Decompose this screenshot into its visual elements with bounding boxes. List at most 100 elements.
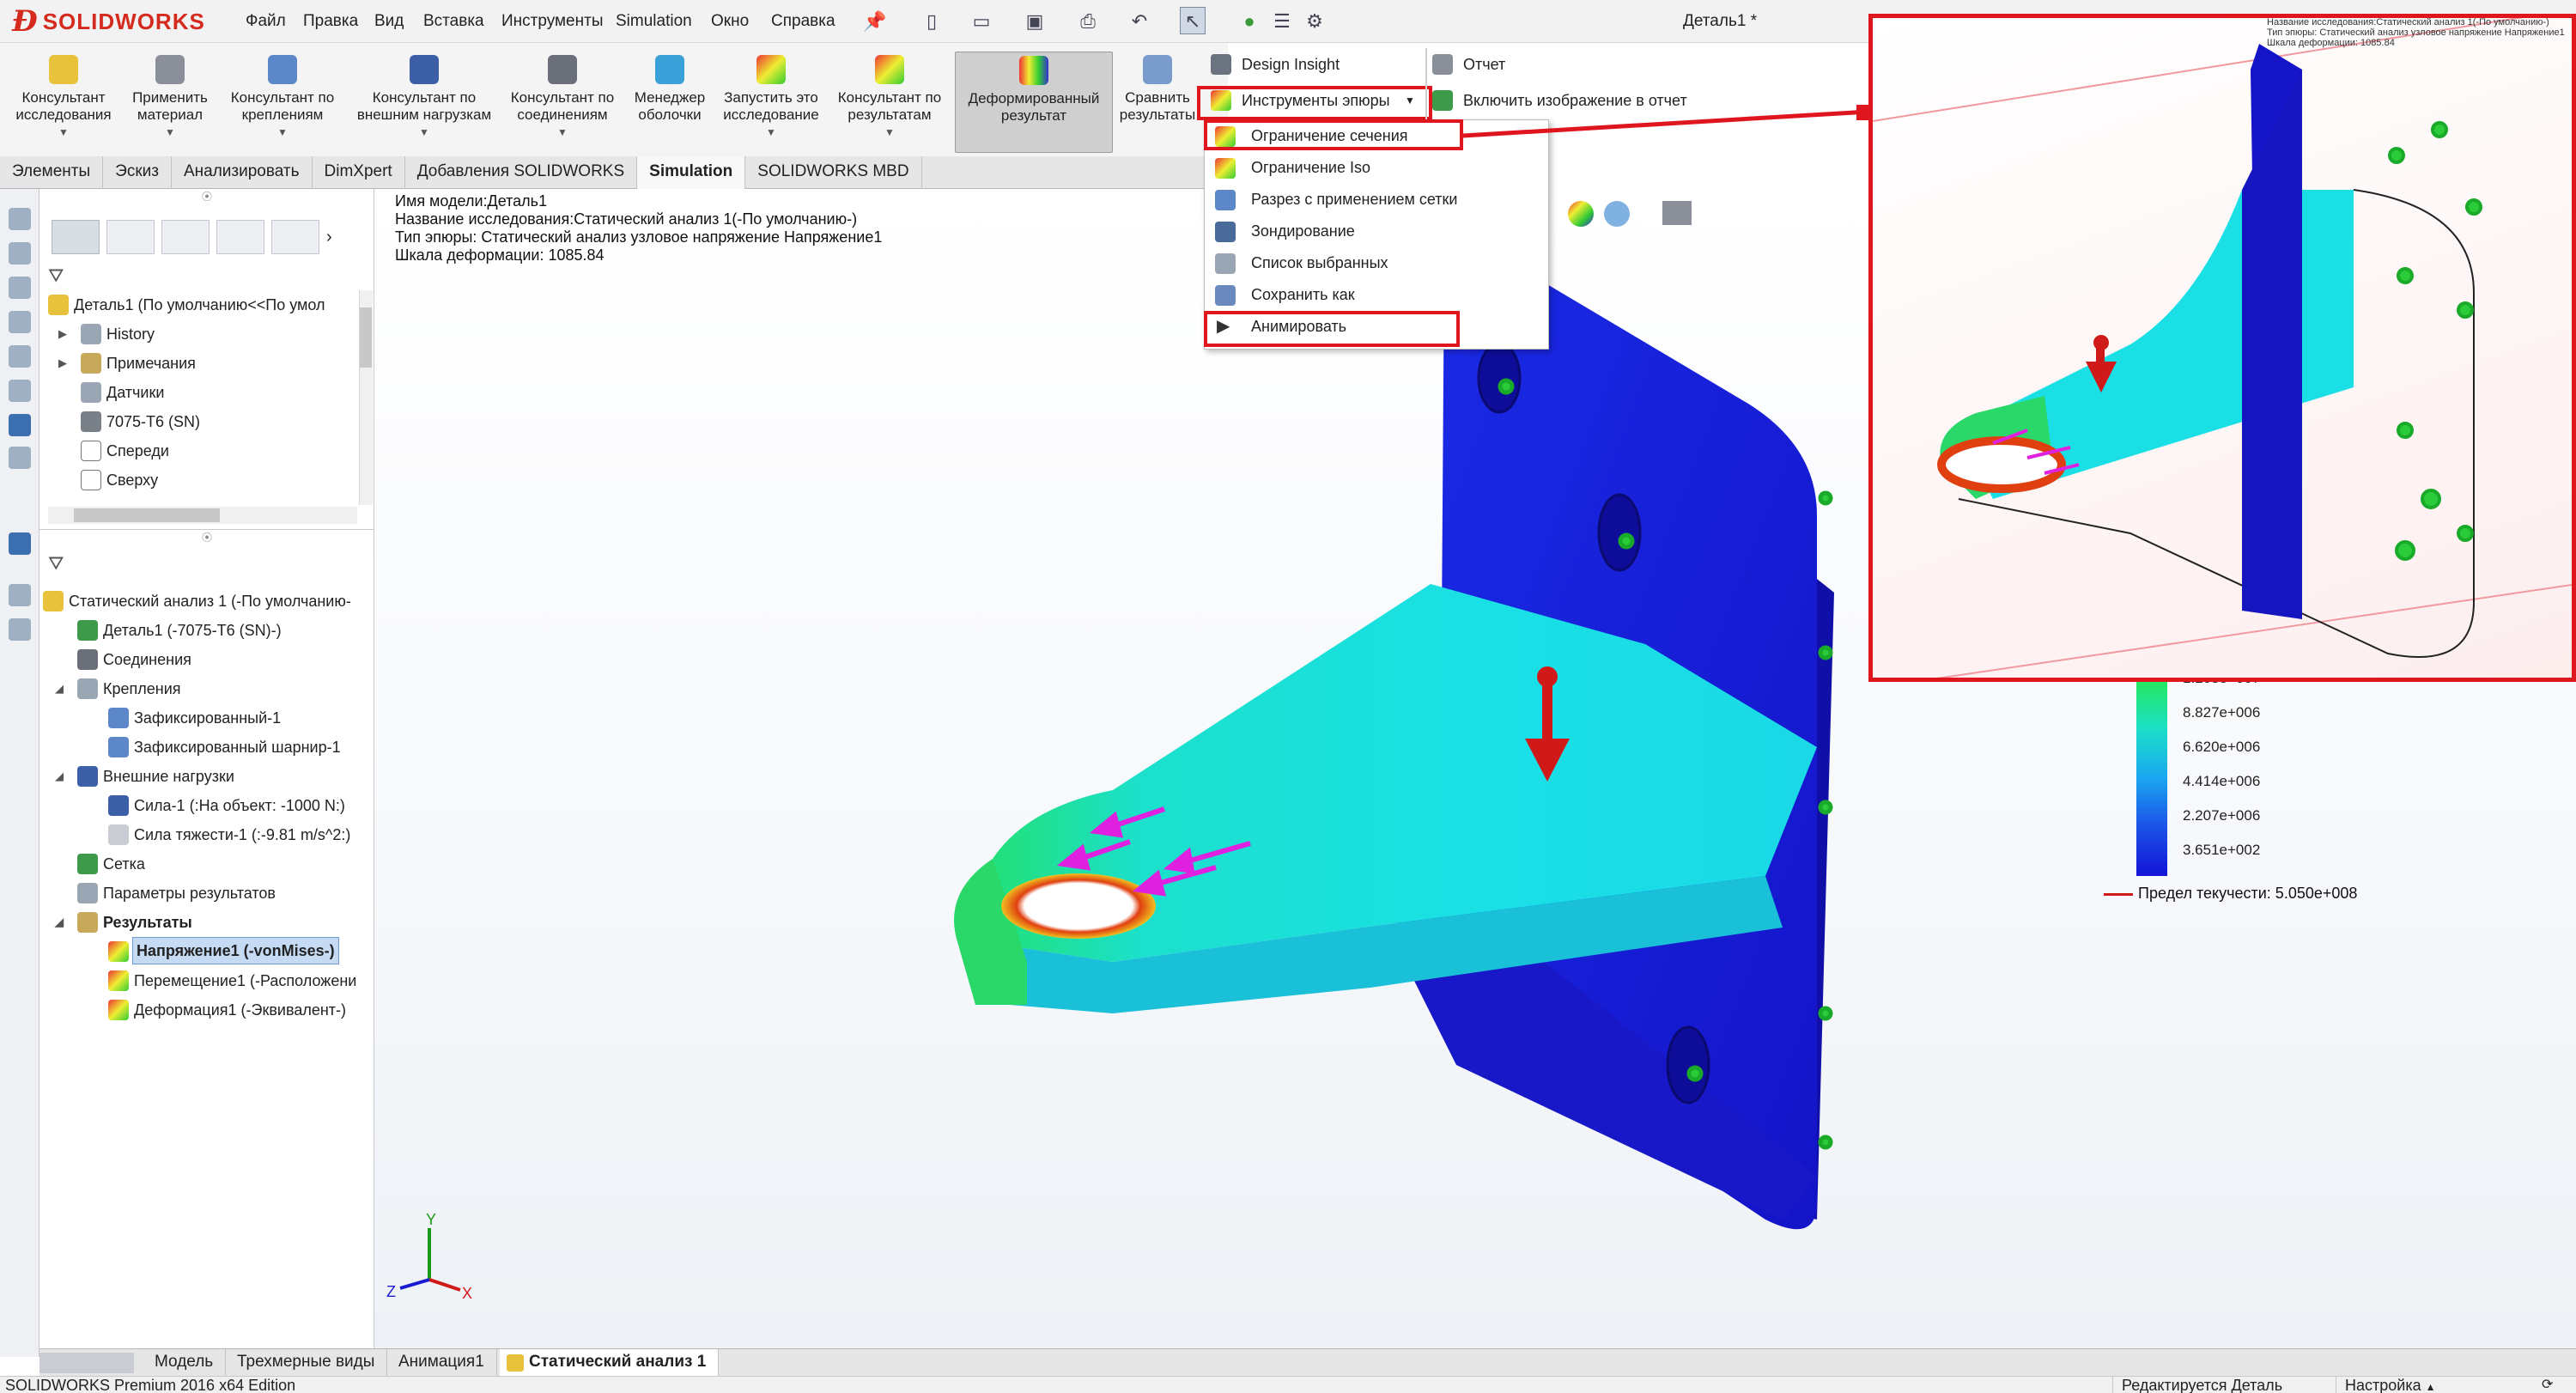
tab-scroll-arrows-icon[interactable] bbox=[39, 1353, 134, 1373]
new-document-icon[interactable]: ▯ bbox=[919, 7, 945, 34]
toolbar-icon[interactable] bbox=[9, 345, 31, 368]
connections-advisor-button[interactable]: Консультант по соединениям ▼ bbox=[501, 52, 623, 153]
units-settings[interactable]: Настройка ▲ bbox=[2336, 1377, 2436, 1393]
tree-item-fixtures[interactable]: ◢ Крепления bbox=[43, 674, 373, 703]
menu-help[interactable]: Справка bbox=[771, 0, 835, 43]
report-button[interactable]: Отчет bbox=[1425, 50, 1631, 79]
apply-material-button[interactable]: Применить материал ▼ bbox=[125, 52, 215, 153]
filter-icon[interactable]: ⛛ bbox=[48, 265, 64, 287]
rebuild-status-icon[interactable]: ⟳ bbox=[2542, 1377, 2553, 1393]
undo-icon[interactable]: ↶ bbox=[1127, 7, 1152, 34]
options-gear-icon[interactable]: ⚙ bbox=[1302, 7, 1327, 34]
appearance-icon[interactable] bbox=[1568, 201, 1594, 227]
toolbar-icon[interactable] bbox=[9, 414, 31, 436]
tab-model[interactable]: Модель bbox=[143, 1349, 227, 1377]
collapse-arrow-icon[interactable]: ◢ bbox=[55, 674, 64, 703]
menu-item-iso-clipping[interactable]: Ограничение Iso bbox=[1205, 152, 1548, 184]
tab-evaluate[interactable]: Анализировать bbox=[172, 156, 313, 189]
tree-item-connections[interactable]: Соединения bbox=[43, 645, 373, 674]
toolbar-icon[interactable] bbox=[9, 208, 31, 230]
feature-manager-tab-icon[interactable] bbox=[52, 220, 100, 254]
deformed-result-button[interactable]: Деформированный результат bbox=[955, 52, 1113, 153]
tree-item-stress-1[interactable]: Напряжение1 (-vonMises-) bbox=[43, 937, 373, 966]
tree-item-history[interactable]: ▶ History bbox=[48, 319, 366, 349]
menu-window[interactable]: Окно bbox=[711, 0, 749, 43]
horizontal-scrollbar[interactable] bbox=[48, 507, 357, 524]
toolbar-icon[interactable] bbox=[9, 532, 31, 555]
external-loads-advisor-button[interactable]: Консультант по внешним нагрузкам ▼ bbox=[349, 52, 500, 153]
toolbar-icon[interactable] bbox=[9, 447, 31, 469]
configuration-manager-tab-icon[interactable] bbox=[161, 220, 210, 254]
tree-item-strain-1[interactable]: Деформация1 (-Эквивалент-) bbox=[43, 995, 373, 1025]
menu-view[interactable]: Вид bbox=[374, 0, 404, 43]
select-cursor-icon[interactable]: ↖ bbox=[1180, 7, 1206, 34]
shell-manager-button[interactable]: Менеджер оболочки bbox=[625, 52, 714, 153]
tab-simulation[interactable]: Simulation bbox=[637, 156, 746, 189]
menu-item-animate[interactable]: ▶ Анимировать bbox=[1205, 311, 1548, 343]
tree-item-sensors[interactable]: Датчики bbox=[48, 378, 366, 407]
tree-root-study[interactable]: Статический анализ 1 (-По умолчанию- bbox=[43, 587, 373, 616]
tab-features[interactable]: Элементы bbox=[0, 156, 104, 189]
tree-item-top-plane[interactable]: Сверху bbox=[48, 465, 366, 495]
expand-arrow-icon[interactable]: ▶ bbox=[58, 349, 67, 378]
tree-item-front-plane[interactable]: Спереди bbox=[48, 436, 366, 465]
collapse-arrow-icon[interactable]: ◢ bbox=[55, 762, 64, 791]
filter-icon[interactable]: ⛛ bbox=[48, 552, 64, 575]
toolbar-icon[interactable] bbox=[9, 584, 31, 606]
tree-item-gravity-1[interactable]: Сила тяжести-1 (:-9.81 m/s^2:) bbox=[43, 820, 373, 849]
menu-tools[interactable]: Инструменты bbox=[501, 0, 603, 43]
toolbar-icon[interactable] bbox=[9, 380, 31, 402]
toolbar-icon[interactable] bbox=[9, 242, 31, 265]
tree-item-force-1[interactable]: Сила-1 (:На объект: -1000 N:) bbox=[43, 791, 373, 820]
menu-file[interactable]: Файл bbox=[246, 0, 286, 43]
tree-root-part[interactable]: Деталь1 (По умолчанию<<По умол bbox=[48, 290, 374, 319]
tree-item-part[interactable]: Деталь1 (-7075-T6 (SN)-) bbox=[43, 616, 373, 645]
tab-animation-1[interactable]: Анимация1 bbox=[386, 1349, 497, 1377]
menu-simulation[interactable]: Simulation bbox=[616, 0, 692, 43]
panel-splitter[interactable]: ⦿ bbox=[39, 530, 374, 545]
collapse-arrow-icon[interactable]: ◢ bbox=[55, 908, 64, 937]
design-insight-button[interactable]: Design Insight bbox=[1204, 50, 1436, 79]
tab-mbd[interactable]: SOLIDWORKS MBD bbox=[745, 156, 922, 189]
menu-item-probe[interactable]: Зондирование bbox=[1205, 216, 1548, 247]
open-folder-icon[interactable]: ▭ bbox=[969, 7, 994, 34]
solidworks-logo[interactable]: Ð SOLIDWORKS bbox=[12, 3, 210, 40]
toolbar-icon[interactable] bbox=[9, 311, 31, 333]
expand-arrow-icon[interactable]: ▶ bbox=[58, 319, 67, 349]
dimxpert-tab-icon[interactable] bbox=[216, 220, 264, 254]
tree-item-material[interactable]: 7075-T6 (SN) bbox=[48, 407, 366, 436]
property-manager-tab-icon[interactable] bbox=[106, 220, 155, 254]
compare-results-button[interactable]: Сравнить результаты bbox=[1116, 52, 1199, 153]
tree-item-external-loads[interactable]: ◢ Внешние нагрузки bbox=[43, 762, 373, 791]
toolbar-icon[interactable] bbox=[9, 277, 31, 299]
tab-3d-views[interactable]: Трехмерные виды bbox=[225, 1349, 388, 1377]
tree-item-mesh[interactable]: Сетка bbox=[43, 849, 373, 879]
run-study-button[interactable]: Запустить это исследование ▼ bbox=[716, 52, 826, 153]
tree-item-result-options[interactable]: Параметры результатов bbox=[43, 879, 373, 908]
menu-item-list-selected[interactable]: Список выбранных bbox=[1205, 247, 1548, 279]
scene-icon[interactable] bbox=[1604, 201, 1630, 227]
tree-item-fixed-1[interactable]: Зафиксированный-1 bbox=[43, 703, 373, 733]
tab-addins[interactable]: Добавления SOLIDWORKS bbox=[405, 156, 638, 189]
tab-static-study-1[interactable]: Статический анализ 1 bbox=[500, 1349, 720, 1377]
results-advisor-button[interactable]: Консультант по результатам ▼ bbox=[828, 52, 951, 153]
traffic-light-icon[interactable]: ● bbox=[1236, 7, 1262, 34]
menu-edit[interactable]: Правка bbox=[303, 0, 358, 43]
study-advisor-button[interactable]: Консультант исследования ▼ bbox=[3, 52, 124, 153]
part-model[interactable] bbox=[954, 240, 1834, 1230]
vertical-scrollbar[interactable] bbox=[359, 290, 373, 505]
fixtures-advisor-button[interactable]: Консультант по креплениям ▼ bbox=[218, 52, 347, 153]
pin-icon[interactable]: 📌 bbox=[862, 7, 888, 34]
view-settings-icon[interactable] bbox=[1662, 201, 1692, 225]
file-properties-icon[interactable]: ☰ bbox=[1269, 7, 1295, 34]
menu-insert[interactable]: Вставка bbox=[423, 0, 484, 43]
save-icon[interactable]: ▣ bbox=[1022, 7, 1048, 34]
plot-tools-button[interactable]: Инструменты эпюры ▼ bbox=[1204, 86, 1429, 115]
tree-item-displacement-1[interactable]: Перемещение1 (-Расположени bbox=[43, 966, 373, 995]
chevron-right-icon[interactable]: › bbox=[326, 220, 347, 254]
tree-item-fixed-hinge-1[interactable]: Зафиксированный шарнир-1 bbox=[43, 733, 373, 762]
tree-item-results[interactable]: ◢ Результаты bbox=[43, 908, 373, 937]
panel-splitter[interactable]: ⦿ bbox=[39, 189, 374, 204]
stress-legend[interactable]: 1.103e+007 8.827e+006 6.620e+006 4.414e+… bbox=[2129, 670, 2387, 902]
toolbar-icon[interactable] bbox=[9, 618, 31, 641]
